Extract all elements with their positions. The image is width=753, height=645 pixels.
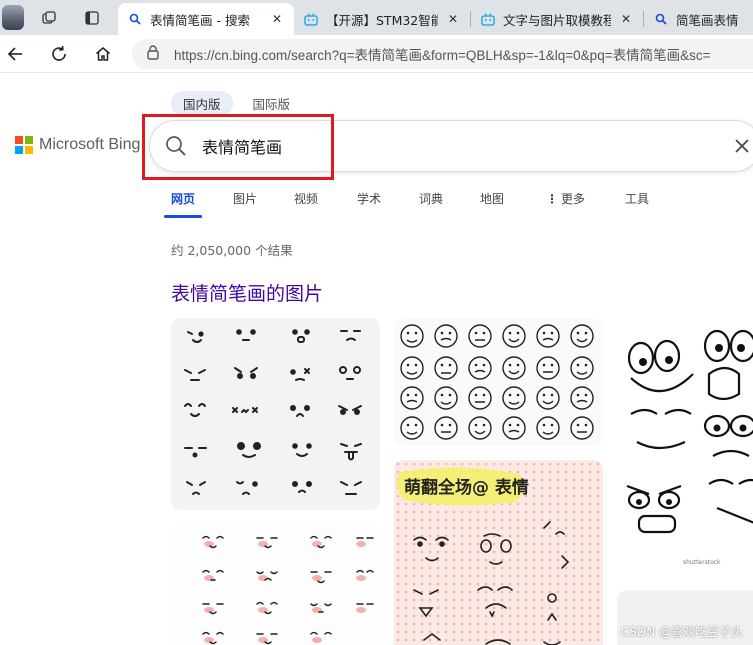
kaomoji-faces-illustration — [171, 318, 380, 510]
tab-title: 文字与图片取模教程_ — [503, 12, 611, 28]
close-tab-icon[interactable]: ✕ — [446, 12, 460, 26]
tab-title: 表情简笔画 - 搜索 — [150, 12, 250, 28]
round-emoji-illustration — [394, 318, 603, 446]
tab-tools[interactable]: 工具 — [625, 190, 649, 207]
close-tab-icon[interactable]: ✕ — [270, 12, 284, 26]
blush-faces-illustration — [171, 524, 380, 645]
image-result-cartoon-eyes[interactable]: shutterstock — [617, 318, 753, 576]
clear-search-icon[interactable] — [732, 136, 752, 156]
image-result-blush-faces[interactable] — [171, 524, 380, 645]
browser-tab-bar: 表情简笔画 - 搜索 ✕ 【开源】STM32智能 ✕ 文字与图片取模教程_ ✕ … — [0, 0, 753, 35]
region-switcher: 国内版 国际版 — [171, 91, 310, 116]
more-menu[interactable]: ⋮ 更多 — [546, 190, 585, 207]
logo-square — [15, 136, 23, 144]
tab-videos[interactable]: 视频 — [294, 190, 318, 207]
active-tab-underline — [164, 215, 202, 218]
home-button[interactable] — [90, 41, 116, 67]
tab-font-modulo-tutorial[interactable]: 文字与图片取模教程_ ✕ — [471, 3, 643, 35]
logo-square — [15, 146, 23, 154]
url-text: https://cn.bing.com/search?q=表情简笔画&form=… — [174, 48, 711, 63]
tab-academic[interactable]: 学术 — [357, 190, 381, 207]
refresh-button[interactable] — [46, 41, 72, 67]
bing-logo[interactable]: Microsoft Bing — [15, 136, 140, 154]
microsoft-logo-icon — [15, 136, 33, 154]
logo-square — [25, 146, 33, 154]
address-bar[interactable]: https://cn.bing.com/search?q=表情简笔画&form=… — [132, 39, 753, 69]
images-section-title[interactable]: 表情简笔画的图片 — [171, 279, 323, 306]
bing-search-favicon — [128, 12, 142, 26]
more-dots-icon: ⋮ — [546, 192, 558, 206]
tab-emoji-sketch[interactable]: 简笔画表情 - — [644, 3, 753, 35]
tab-dictionary[interactable]: 词典 — [419, 190, 443, 207]
back-button[interactable] — [2, 41, 28, 67]
bilibili-icon — [481, 12, 495, 26]
poster-caption: 萌翻全场@ 表情 — [404, 477, 529, 498]
profile-avatar[interactable] — [2, 5, 24, 30]
tab-stm32[interactable]: 【开源】STM32智能 ✕ — [294, 3, 470, 35]
workspaces-icon[interactable] — [35, 4, 63, 31]
tab-images[interactable]: 图片 — [233, 190, 257, 207]
image-result-kaomoji[interactable] — [171, 318, 380, 510]
region-tab-domestic[interactable]: 国内版 — [171, 91, 233, 116]
image-result-emoji-doodles[interactable] — [394, 318, 603, 446]
image-result-expression-poster[interactable]: 萌翻全场@ 表情 — [394, 460, 603, 645]
lock-icon[interactable] — [146, 44, 160, 64]
tab-maps[interactable]: 地图 — [480, 190, 504, 207]
tab-title: 【开源】STM32智能 — [326, 12, 438, 28]
bilibili-icon — [304, 12, 318, 26]
highlight-annotation — [142, 114, 334, 180]
logo-text: Microsoft Bing — [39, 136, 141, 153]
csdn-watermark: CSDN @喜欢吃豆子头 — [620, 625, 743, 639]
region-tab-international[interactable]: 国际版 — [241, 91, 303, 116]
bing-search-favicon — [654, 12, 668, 26]
browser-toolbar: https://cn.bing.com/search?q=表情简笔画&form=… — [0, 35, 753, 73]
tab-actions-icon[interactable] — [78, 4, 106, 31]
tab-title: 简笔画表情 - — [676, 12, 743, 28]
tab-bing-search[interactable]: 表情简笔画 - 搜索 ✕ — [118, 3, 294, 35]
tab-web[interactable]: 网页 — [171, 190, 195, 207]
result-count: 约 2,050,000 个结果 — [171, 243, 293, 258]
cartoon-eyes-illustration: shutterstock — [617, 318, 753, 576]
more-label: 更多 — [561, 192, 586, 206]
expression-poster-illustration: 萌翻全场@ 表情 — [394, 460, 603, 645]
close-tab-icon[interactable]: ✕ — [619, 12, 633, 26]
logo-square — [25, 136, 33, 144]
svg-text:shutterstock: shutterstock — [683, 559, 721, 566]
